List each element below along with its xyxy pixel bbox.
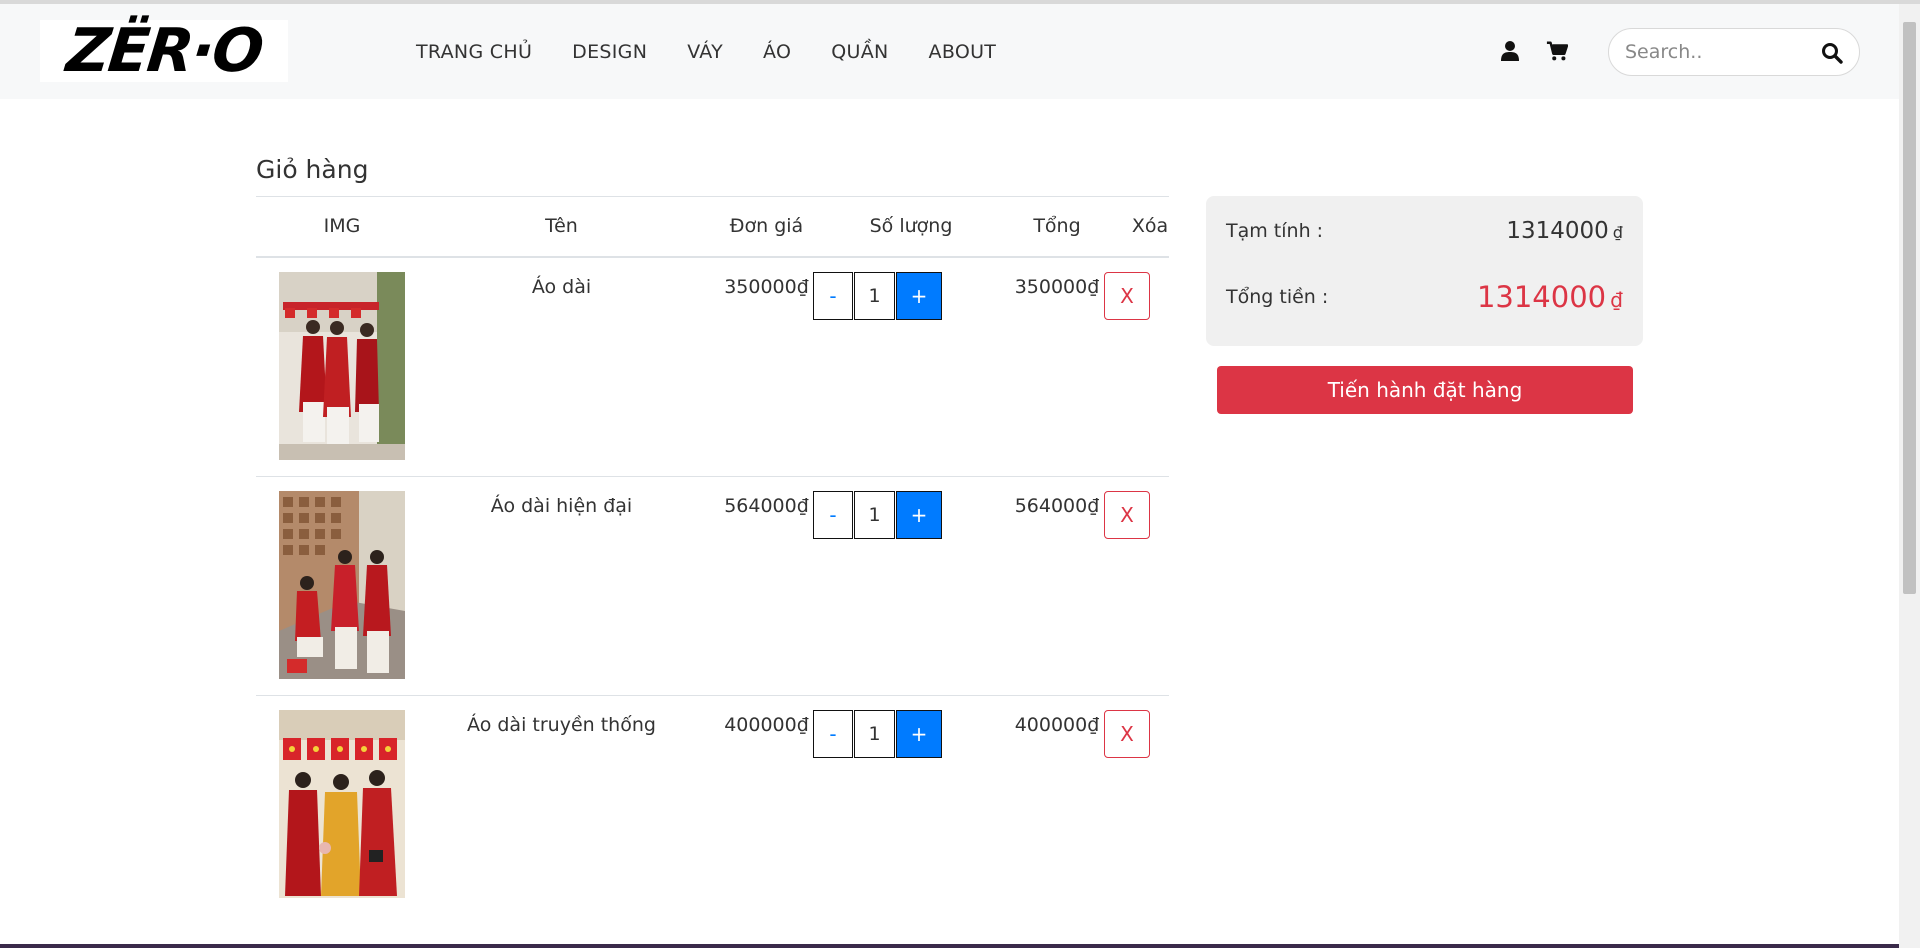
nav-link-quan[interactable]: QUẦN <box>831 41 888 63</box>
header-img: IMG <box>323 215 361 237</box>
header-name: Tên <box>545 215 578 237</box>
subtotal-value: 1314000 ₫ <box>1506 218 1623 244</box>
navbar: ZËR·O TRANG CHỦ DESIGN VÁY ÁO QUẦN ABOUT <box>0 4 1899 99</box>
subtotal-label: Tạm tính : <box>1226 220 1324 242</box>
quantity-input[interactable] <box>854 710 895 758</box>
quantity-input[interactable] <box>854 491 895 539</box>
nav-link-design[interactable]: DESIGN <box>572 41 647 63</box>
search-box <box>1608 28 1860 76</box>
nav-link-ao[interactable]: ÁO <box>763 41 791 63</box>
search-input[interactable] <box>1625 41 1805 63</box>
product-name[interactable]: Áo dài hiện đại <box>428 495 695 517</box>
nav-link-about[interactable]: ABOUT <box>929 41 997 63</box>
quantity-stepper: - + <box>813 710 942 758</box>
scrollbar-thumb[interactable] <box>1903 22 1916 594</box>
currency-symbol: ₫ <box>1610 288 1623 312</box>
header-delete: Xóa <box>1131 215 1169 237</box>
delete-item-button[interactable]: X <box>1104 272 1150 320</box>
checkout-button[interactable]: Tiến hành đặt hàng <box>1217 366 1633 414</box>
product-image[interactable] <box>279 710 405 898</box>
bottom-border <box>0 944 1899 948</box>
increase-qty-button[interactable]: + <box>896 272 942 320</box>
increase-qty-button[interactable]: + <box>896 710 942 758</box>
search-icon[interactable] <box>1821 42 1843 64</box>
table-row: Áo dài 350000₫ - + 350000₫ X <box>256 258 1169 477</box>
decrease-qty-button[interactable]: - <box>813 710 853 758</box>
quantity-stepper: - + <box>813 272 942 320</box>
product-image[interactable] <box>279 491 405 679</box>
currency-symbol: ₫ <box>1612 223 1623 242</box>
product-image[interactable] <box>279 272 405 460</box>
scrollbar[interactable] <box>1899 4 1920 948</box>
header-total: Tổng <box>1033 215 1081 237</box>
quantity-stepper: - + <box>813 491 942 539</box>
header-price: Đơn giá <box>729 215 804 237</box>
subtotal-amount: 1314000 <box>1506 218 1609 244</box>
cart-table: IMG Tên Đơn giá Số lượng Tổng Xóa Áo dài… <box>256 196 1169 915</box>
cart-icon[interactable] <box>1546 40 1568 62</box>
nav-link-home[interactable]: TRANG CHỦ <box>416 41 532 63</box>
nav-icons <box>1500 40 1592 62</box>
total-value: 1314000 ₫ <box>1477 280 1623 314</box>
total-amount: 1314000 <box>1476 280 1607 314</box>
table-row: Áo dài truyền thống 400000₫ - + 400000₫ … <box>256 696 1169 915</box>
quantity-input[interactable] <box>854 272 895 320</box>
header-qty: Số lượng <box>869 215 953 237</box>
decrease-qty-button[interactable]: - <box>813 272 853 320</box>
order-summary: Tạm tính : 1314000 ₫ Tổng tiền : 1314000 ₫ <box>1206 196 1643 346</box>
main-nav: TRANG CHỦ DESIGN VÁY ÁO QUẦN ABOUT <box>416 4 1036 99</box>
increase-qty-button[interactable]: + <box>896 491 942 539</box>
user-icon[interactable] <box>1500 40 1522 62</box>
table-row: Áo dài hiện đại 564000₫ - + 564000₫ X <box>256 477 1169 696</box>
decrease-qty-button[interactable]: - <box>813 491 853 539</box>
product-name[interactable]: Áo dài truyền thống <box>428 714 695 736</box>
cart-title: Giỏ hàng <box>256 155 369 184</box>
nav-link-vay[interactable]: VÁY <box>687 41 723 63</box>
total-label: Tổng tiền : <box>1226 286 1329 308</box>
logo-text: ZËR·O <box>63 16 265 86</box>
product-name[interactable]: Áo dài <box>428 276 695 298</box>
delete-item-button[interactable]: X <box>1104 710 1150 758</box>
delete-item-button[interactable]: X <box>1104 491 1150 539</box>
table-header: IMG Tên Đơn giá Số lượng Tổng Xóa <box>256 196 1169 258</box>
brand-logo[interactable]: ZËR·O <box>40 16 288 86</box>
